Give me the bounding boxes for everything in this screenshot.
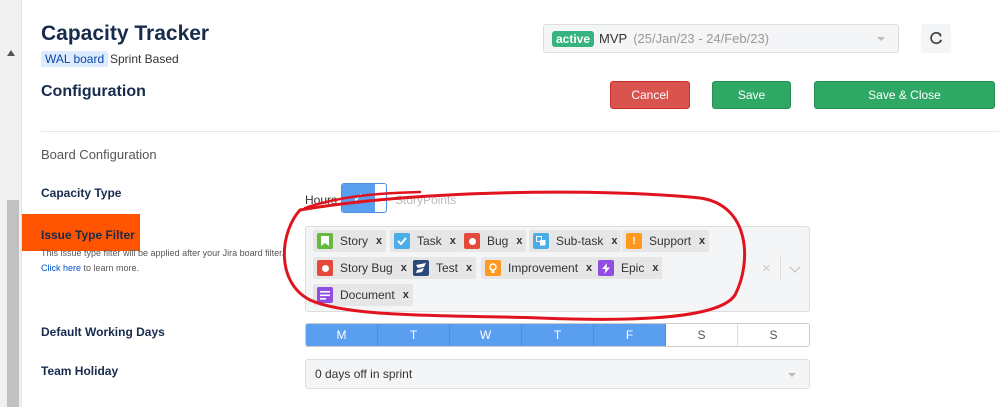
multiselect-separator bbox=[780, 255, 781, 280]
scroll-up-arrow-icon[interactable] bbox=[7, 50, 15, 56]
day-wednesday[interactable]: W bbox=[450, 324, 522, 346]
tag-label: Test bbox=[436, 261, 459, 275]
tag-epic: Epic x bbox=[594, 257, 663, 279]
tag-remove-button[interactable]: x bbox=[652, 262, 658, 274]
working-days-selector: M T W T F S S bbox=[305, 323, 810, 347]
board-type: Sprint Based bbox=[110, 52, 179, 66]
document-icon bbox=[317, 287, 333, 303]
page-title: Capacity Tracker bbox=[41, 22, 210, 45]
sprint-name: MVP bbox=[599, 31, 628, 46]
tag-remove-button[interactable]: x bbox=[466, 262, 472, 274]
board-config-heading: Board Configuration bbox=[41, 147, 157, 162]
page-scrollbar[interactable] bbox=[0, 0, 22, 407]
day-sunday[interactable]: S bbox=[738, 324, 809, 346]
cancel-button[interactable]: Cancel bbox=[610, 81, 690, 109]
tag-label: Document bbox=[340, 288, 395, 302]
day-thursday[interactable]: T bbox=[522, 324, 594, 346]
tag-task: Task x bbox=[390, 230, 460, 252]
tag-remove-button[interactable]: x bbox=[516, 235, 522, 247]
test-icon bbox=[413, 260, 429, 276]
refresh-button[interactable] bbox=[921, 24, 951, 53]
tag-label: Bug bbox=[487, 234, 509, 248]
board-badge: WAL board bbox=[41, 51, 109, 67]
tag-sub-task: Sub-task x bbox=[529, 230, 622, 252]
day-saturday[interactable]: S bbox=[666, 324, 738, 346]
clear-all-icon[interactable]: × bbox=[762, 260, 771, 277]
team-holiday-label: Team Holiday bbox=[41, 364, 119, 378]
learn-more-suffix: to learn more. bbox=[81, 263, 140, 273]
refresh-icon bbox=[930, 31, 943, 44]
tag-label: Story Bug bbox=[340, 261, 393, 275]
toggle-check-icon: ✓ bbox=[342, 184, 375, 212]
storypoints-option-label: StoryPoints bbox=[395, 193, 457, 207]
learn-more-text: Click here to learn more. bbox=[41, 263, 139, 273]
tag-improvement: Improvement x bbox=[481, 257, 597, 279]
chevron-down-icon bbox=[877, 37, 885, 41]
lightbulb-icon bbox=[485, 260, 501, 276]
working-days-label: Default Working Days bbox=[41, 325, 165, 339]
day-monday[interactable]: M bbox=[306, 324, 378, 346]
tag-remove-button[interactable]: x bbox=[450, 235, 456, 247]
capacity-type-label: Capacity Type bbox=[41, 186, 122, 200]
scroll-thumb[interactable] bbox=[7, 200, 19, 407]
learn-more-link[interactable]: Click here bbox=[41, 263, 81, 273]
sprint-select[interactable]: active MVP (25/Jan/23 - 24/Feb/23) bbox=[543, 24, 899, 53]
bookmark-icon bbox=[317, 233, 333, 249]
issue-type-filter-label: Issue Type Filter bbox=[41, 228, 135, 242]
tag-remove-button[interactable]: x bbox=[401, 262, 407, 274]
exclamation-icon: ! bbox=[626, 233, 642, 249]
tag-label: Task bbox=[417, 234, 442, 248]
tag-label: Sub-task bbox=[556, 234, 604, 248]
section-title: Configuration bbox=[41, 83, 146, 100]
tag-remove-button[interactable]: x bbox=[611, 235, 617, 247]
subtask-icon bbox=[533, 233, 549, 249]
issue-type-filter-note: This issue type filter will be applied a… bbox=[41, 248, 285, 258]
sprint-status-badge: active bbox=[552, 30, 595, 47]
team-holiday-select[interactable]: 0 days off in sprint bbox=[305, 359, 810, 389]
tag-remove-button[interactable]: x bbox=[403, 289, 409, 301]
tag-label: Improvement bbox=[508, 261, 579, 275]
tag-remove-button[interactable]: x bbox=[699, 235, 705, 247]
tag-story-bug: Story Bug x bbox=[313, 257, 411, 279]
bug-icon bbox=[464, 233, 480, 249]
sprint-dates: (25/Jan/23 - 24/Feb/23) bbox=[633, 31, 770, 46]
day-tuesday[interactable]: T bbox=[378, 324, 450, 346]
section-divider bbox=[41, 131, 999, 132]
tag-test: Test x bbox=[409, 257, 477, 279]
chevron-down-icon bbox=[788, 373, 796, 377]
tag-document: Document x bbox=[313, 284, 413, 306]
tag-label: Support bbox=[649, 234, 692, 248]
tag-support: ! Support x bbox=[622, 230, 710, 252]
day-friday[interactable]: F bbox=[594, 324, 666, 346]
tag-remove-button[interactable]: x bbox=[376, 235, 382, 247]
tag-bug: Bug x bbox=[460, 230, 527, 252]
capacity-type-toggle[interactable]: ✓ bbox=[341, 183, 387, 213]
bug-icon bbox=[317, 260, 333, 276]
tag-label: Story bbox=[340, 234, 369, 248]
team-holiday-value: 0 days off in sprint bbox=[315, 367, 413, 381]
checkbox-icon bbox=[394, 233, 410, 249]
tag-remove-button[interactable]: x bbox=[586, 262, 592, 274]
save-button[interactable]: Save bbox=[712, 81, 791, 109]
lightning-icon bbox=[598, 260, 614, 276]
save-close-button[interactable]: Save & Close bbox=[814, 81, 995, 109]
tag-story: Story x bbox=[313, 230, 387, 252]
tag-label: Epic bbox=[621, 261, 645, 275]
hours-option-label: Hours bbox=[305, 193, 338, 207]
